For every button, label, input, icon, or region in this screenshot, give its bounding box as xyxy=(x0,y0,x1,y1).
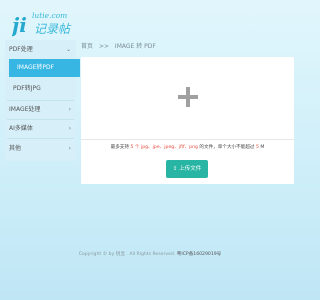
sidebar-divider xyxy=(7,138,74,139)
sidebar-group-label: 其他 xyxy=(9,145,22,152)
sidebar-item-label: IMAGE转PDF xyxy=(17,64,55,71)
info-middle: 的文件，单个大小不能超过 xyxy=(199,145,255,150)
breadcrumb-home[interactable]: 首页 xyxy=(81,43,93,50)
sidebar-group-label: PDF处理 xyxy=(9,46,33,53)
breadcrumb: 首页 >> IMAGE 转 PDF xyxy=(81,41,156,53)
sidebar-group-image[interactable]: IMAGE处理 › xyxy=(5,102,76,118)
upload-file-button[interactable]: ⇪ 上传文件 xyxy=(166,160,208,178)
sidebar: PDF处理 ⌄ IMAGE转PDF PDF转JPG IMAGE处理 › AI多媒… xyxy=(5,40,80,161)
chevron-down-icon: ⌄ xyxy=(65,46,71,53)
logo-letters: ji xyxy=(12,13,27,37)
upload-icon: ⇪ xyxy=(172,166,178,172)
chevron-right-icon: › xyxy=(68,145,71,152)
sidebar-group-label: AI多媒体 xyxy=(9,125,33,132)
sidebar-item-image-to-pdf[interactable]: IMAGE转PDF xyxy=(9,59,80,77)
plus-icon[interactable] xyxy=(178,87,198,107)
sidebar-item-label: PDF转JPG xyxy=(13,85,41,92)
upload-info: 最多支持 5 个 jpg、jpe、jpeg、jfif、png 的文件，单个大小不… xyxy=(81,144,294,150)
site-logo[interactable]: ji lutie.com 记录帖 xyxy=(12,4,82,40)
footer: Copyright © by 锐显 . All Rights Reserved.… xyxy=(0,251,300,257)
chevron-right-icon: › xyxy=(68,125,71,132)
sidebar-group-label: IMAGE处理 xyxy=(9,106,41,113)
upload-panel: 最多支持 5 个 jpg、jpe、jpeg、jfif、png 的文件，单个大小不… xyxy=(81,57,294,184)
count-unit: 个 xyxy=(134,145,140,150)
sidebar-divider xyxy=(7,100,74,101)
sidebar-group-ai[interactable]: AI多媒体 › xyxy=(5,121,76,137)
breadcrumb-current: IMAGE 转 PDF xyxy=(114,43,156,50)
upload-dropzone[interactable] xyxy=(81,57,294,139)
footer-icp[interactable]: 粤ICP备16029019号 xyxy=(177,252,222,257)
panel-divider xyxy=(81,139,294,140)
sidebar-group-pdf[interactable]: PDF处理 ⌄ xyxy=(5,42,76,58)
sidebar-group-other[interactable]: 其他 › xyxy=(5,141,76,157)
file-formats: jpg、jpe、jpeg、jfif、png xyxy=(140,145,198,150)
logo-domain: lutie.com xyxy=(32,11,67,20)
logo-chinese: 记录帖 xyxy=(34,22,72,36)
upload-button-label: 上传文件 xyxy=(179,166,202,172)
sidebar-divider xyxy=(7,119,74,120)
breadcrumb-separator: >> xyxy=(98,43,109,50)
sidebar-item-pdf-to-jpg[interactable]: PDF转JPG xyxy=(5,80,76,98)
info-prefix: 最多支持 xyxy=(110,145,129,150)
max-size: 5 xyxy=(256,145,259,150)
footer-copyright: Copyright © by 锐显 . All Rights Reserved. xyxy=(78,252,176,257)
chevron-right-icon: › xyxy=(68,106,71,113)
size-unit: M xyxy=(260,145,265,150)
max-count: 5 xyxy=(130,145,134,150)
